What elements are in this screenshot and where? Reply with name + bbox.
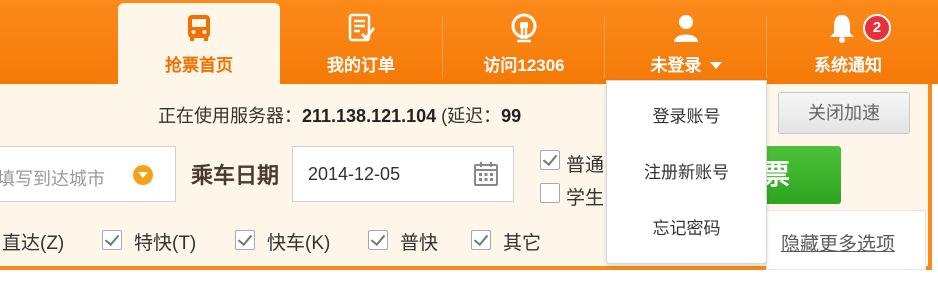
calendar-icon[interactable] [473, 161, 499, 187]
tab-visit-12306-label: 访问12306 [483, 56, 565, 75]
filter-fast-k-checkbox[interactable] [235, 230, 255, 250]
bell-icon [830, 15, 854, 43]
filter-other-label: 其它 [503, 233, 542, 254]
filter-express-t-label: 特快(T) [134, 233, 197, 254]
tab-my-orders[interactable]: 我的订单 [280, 0, 442, 84]
server-status: 正在使用服务器：211.138.121.104 (延迟：99 [158, 106, 522, 126]
hide-more-options-link[interactable]: 隐藏更多选项 [781, 229, 895, 256]
tab-user-login[interactable]: 未登录 [605, 0, 767, 84]
tab-my-orders-label: 我的订单 [327, 56, 395, 75]
date-value: 2014-12-05 [308, 164, 401, 184]
filter-regular-fast-checkbox[interactable] [368, 230, 388, 250]
date-field[interactable]: 2014-12-05 [292, 146, 514, 202]
bus-icon [188, 15, 210, 41]
tab-visit-12306[interactable]: 访问12306 [443, 0, 605, 84]
filter-other-checkbox[interactable] [471, 230, 491, 250]
to-city-input[interactable]: 填写到达城市 [0, 146, 176, 202]
tab-system-notice[interactable]: 2 系统通知 [767, 0, 929, 84]
filter-regular-fast-label: 普快 [400, 233, 439, 254]
tab-home[interactable]: 抢票首页 [118, 3, 280, 84]
ticket-type-adult-checkbox[interactable] [540, 150, 560, 170]
menu-item-forgot-password[interactable]: 忘记密码 [607, 201, 766, 257]
user-icon [674, 15, 698, 42]
filter-express-t-checkbox[interactable] [102, 230, 122, 250]
close-accelerate-button[interactable]: 关闭加速 [778, 92, 910, 134]
tab-system-notice-label: 系统通知 [814, 56, 882, 75]
dropdown-icon[interactable] [133, 165, 153, 185]
tab-home-label: 抢票首页 [165, 56, 233, 75]
more-options-box: 隐藏更多选项 [766, 210, 926, 270]
chevron-down-icon [709, 62, 722, 69]
order-list-icon [348, 13, 376, 42]
top-nav-bar: 抢票首页 我的订单 访问12306 未登录 2 系统通知 [0, 0, 938, 84]
train-head-icon [511, 13, 537, 43]
server-ip: 211.138.121.104 [302, 106, 437, 126]
date-label: 乘车日期 [191, 163, 280, 188]
to-city-placeholder: 填写到达城市 [0, 169, 105, 189]
ticket-type-student-checkbox[interactable] [540, 183, 560, 203]
filter-fast-k-label: 快车(K) [267, 233, 331, 254]
ticket-type-adult-label: 普通 [566, 155, 605, 176]
user-dropdown-menu: 登录账号 注册新账号 忘记密码 [606, 80, 767, 264]
server-latency: 99 [501, 106, 522, 126]
menu-item-register[interactable]: 注册新账号 [607, 145, 766, 201]
tab-user-login-label: 未登录 [605, 56, 767, 76]
ticket-type-student-label: 学生 [566, 188, 605, 209]
menu-item-login[interactable]: 登录账号 [607, 89, 766, 145]
filter-direct-label: 直达(Z) [2, 233, 65, 254]
notification-badge: 2 [863, 14, 891, 42]
